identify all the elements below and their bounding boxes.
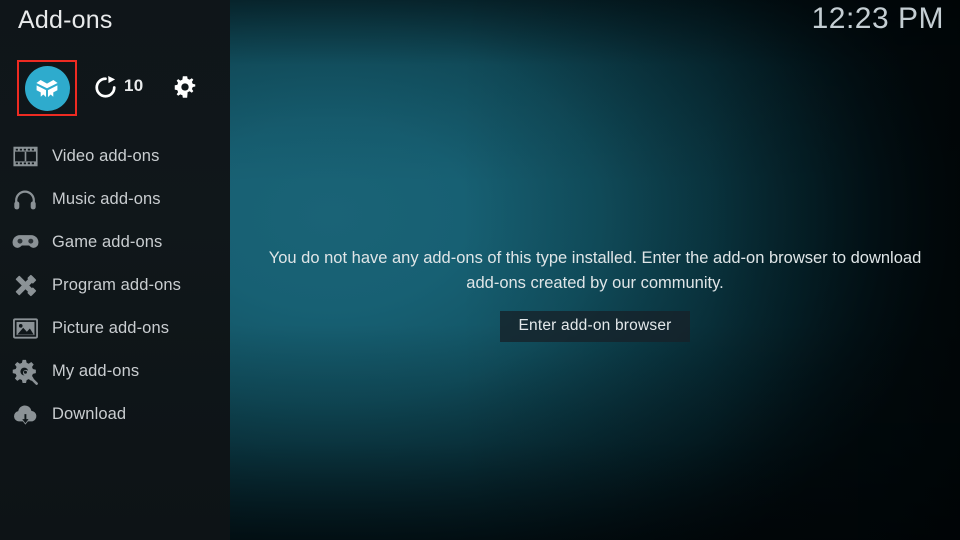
addon-settings-button[interactable] xyxy=(168,70,202,104)
sidebar-item-label: Game add-ons xyxy=(52,233,163,251)
sidebar-item-program-addons[interactable]: Program add-ons xyxy=(0,264,230,307)
sidebar-item-music-addons[interactable]: Music add-ons xyxy=(0,178,230,221)
addon-circle xyxy=(24,65,70,111)
empty-state-message: You do not have any add-ons of this type… xyxy=(268,249,922,292)
sidebar-item-label: Video add-ons xyxy=(52,147,160,165)
main-panel: You do not have any add-ons of this type… xyxy=(230,0,960,540)
sidebar-item-video-addons[interactable]: Video add-ons xyxy=(0,135,230,178)
gear-icon xyxy=(172,74,198,100)
sidebar-item-label: Download xyxy=(52,405,127,423)
sidebar-item-my-addons[interactable]: My add-ons xyxy=(0,350,230,393)
updates-count: 10 xyxy=(124,76,144,95)
picture-icon xyxy=(10,316,40,342)
sidebar-item-label: Picture add-ons xyxy=(52,319,170,337)
refresh-icon xyxy=(93,75,118,100)
sidebar-item-download[interactable]: Download xyxy=(0,393,230,436)
gamepad-icon xyxy=(10,230,40,256)
check-for-updates-button[interactable] xyxy=(88,70,122,104)
sidebar-item-label: My add-ons xyxy=(52,362,140,380)
headphones-icon xyxy=(10,187,40,213)
sidebar-item-picture-addons[interactable]: Picture add-ons xyxy=(0,307,230,350)
sidebar-item-game-addons[interactable]: Game add-ons xyxy=(0,221,230,264)
gear-wrench-icon xyxy=(10,359,40,385)
film-strip-icon xyxy=(10,144,40,170)
sidebar-toolbar: 10 xyxy=(0,60,230,116)
page-title: Add-ons xyxy=(18,6,113,34)
sidebar-item-label: Program add-ons xyxy=(52,276,181,294)
sidebar: Add-ons 10 Video add-ons Music add-ons G… xyxy=(0,0,230,540)
kodi-addons-screen: 12:23 PM You do not have any add-ons of … xyxy=(0,0,960,540)
sidebar-item-label: Music add-ons xyxy=(52,190,161,208)
crossed-tools-icon xyxy=(10,273,40,299)
sidebar-menu: Video add-ons Music add-ons Game add-ons… xyxy=(0,135,230,436)
open-box-icon xyxy=(34,75,60,101)
enter-addon-browser-button[interactable]: Enter add-on browser xyxy=(500,311,690,342)
cloud-download-icon xyxy=(10,402,40,428)
empty-state: You do not have any add-ons of this type… xyxy=(230,246,960,342)
add-on-browser-shortcut-button[interactable] xyxy=(17,60,77,116)
